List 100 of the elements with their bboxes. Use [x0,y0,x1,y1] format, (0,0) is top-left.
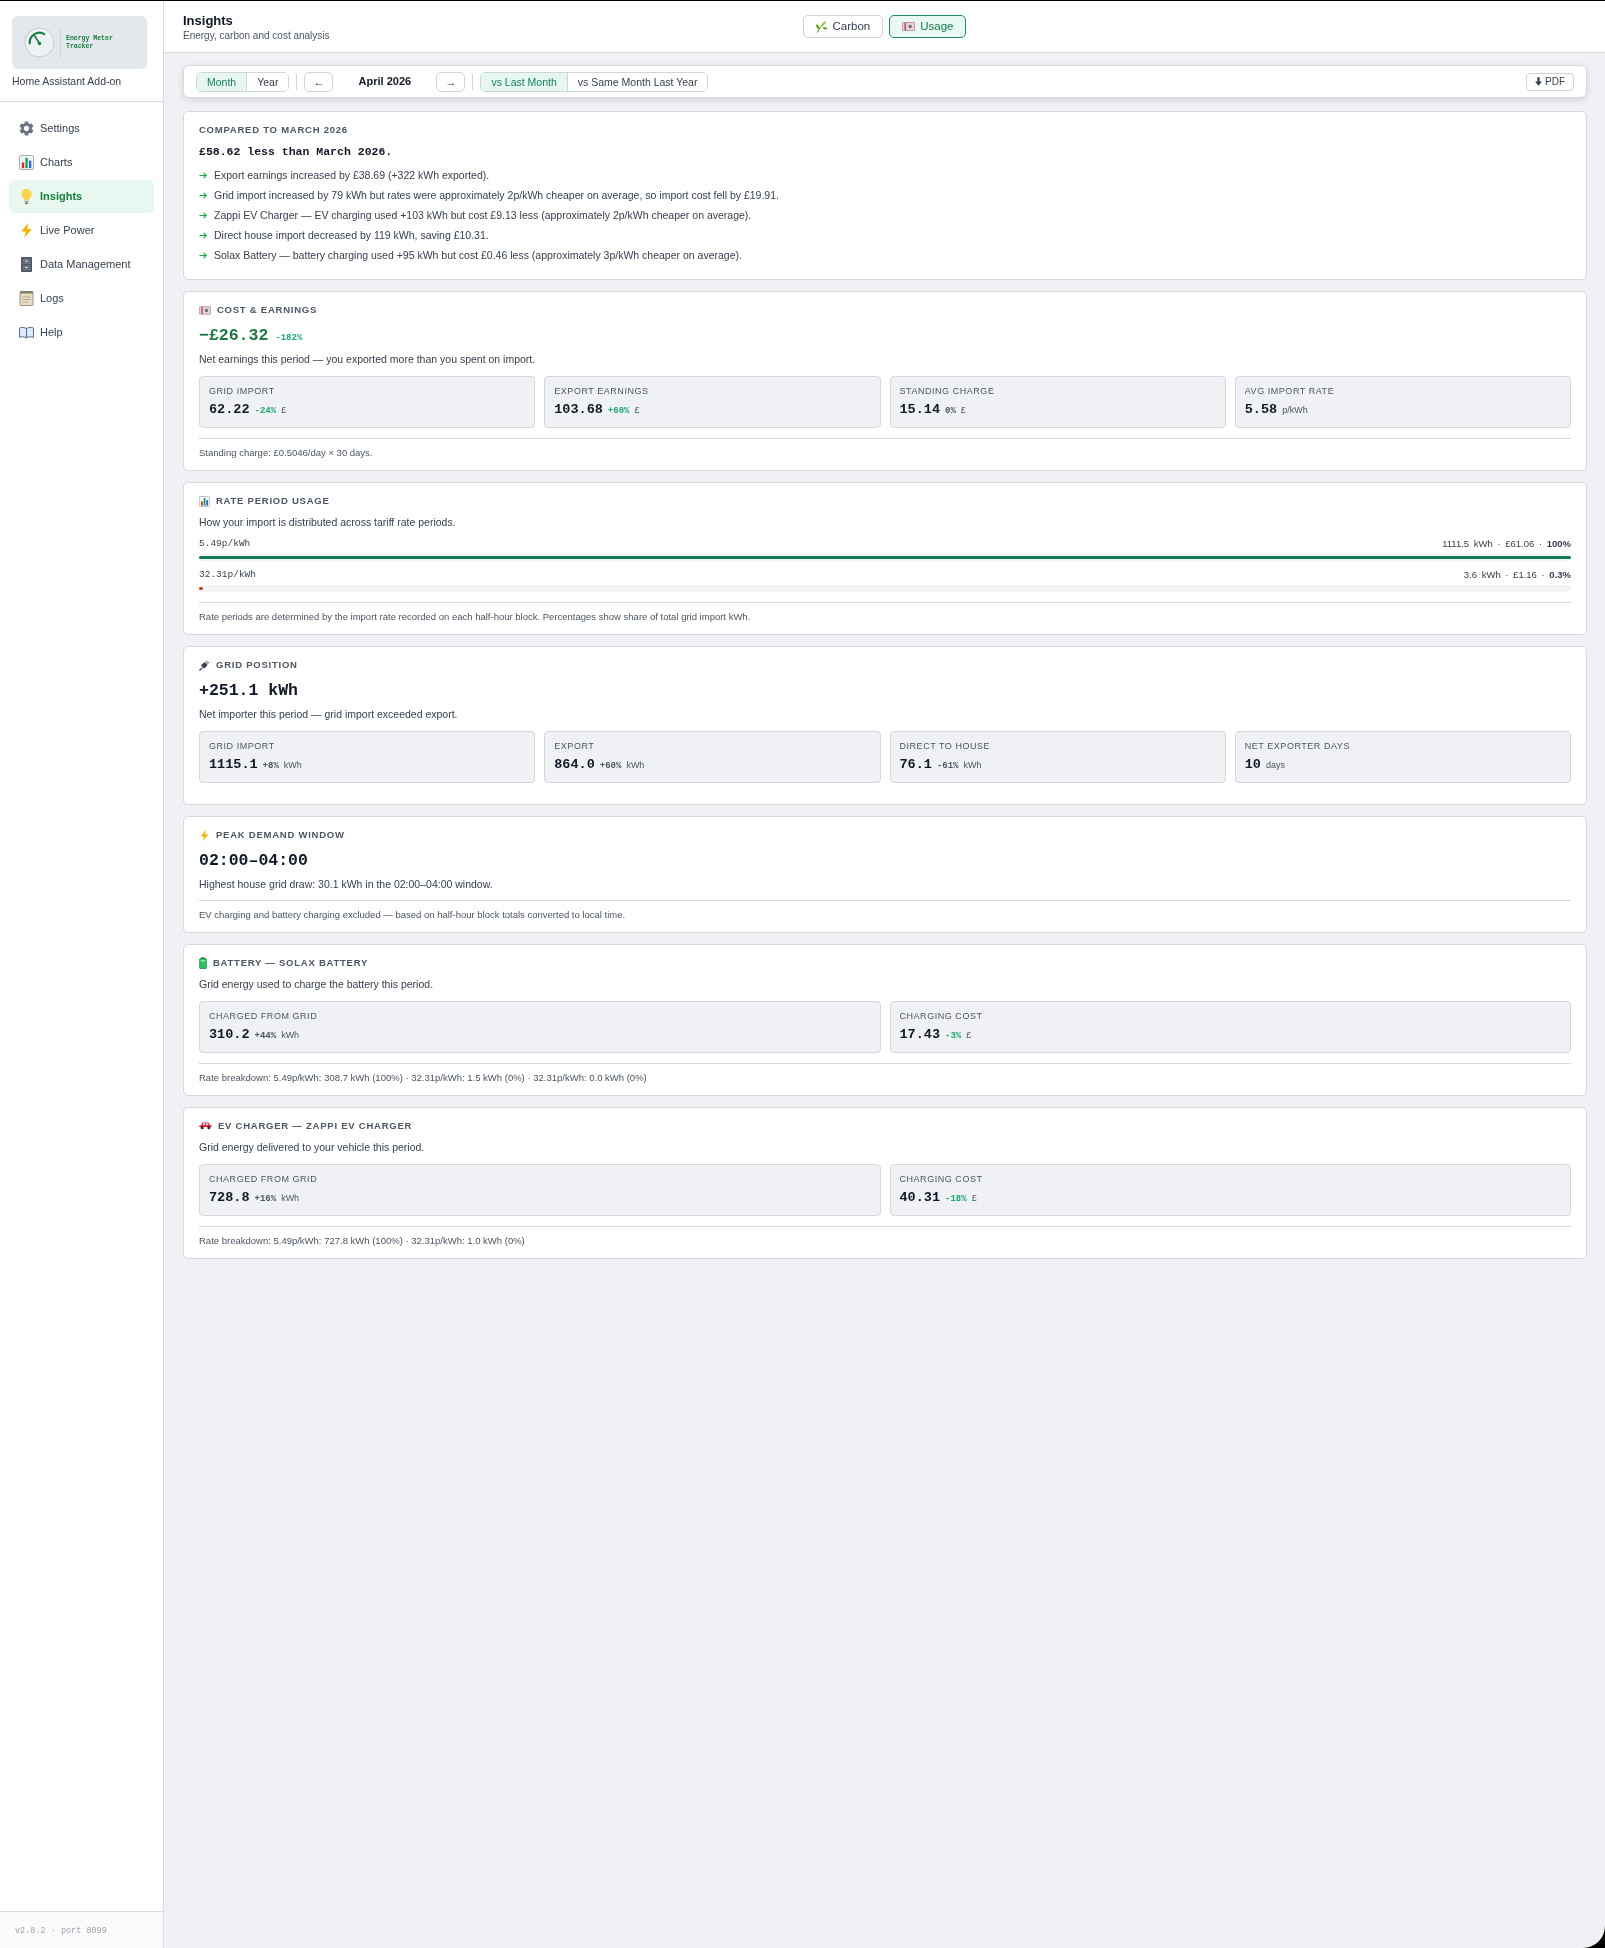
app-subtitle: Home Assistant Add-on [12,74,123,88]
section-heading: BATTERY — SOLAX BATTERY [213,956,369,970]
stat-value: 310.2 [209,1026,250,1044]
stat-value: 10 [1244,756,1261,774]
stat-unit: days [1265,760,1285,771]
stat-label: CHARGING COST [899,1173,984,1185]
footnote: Rate breakdown: 5.49p/kWh: 727.8 kWh (100%) · 32.31p/kWh: 1.0 kWh (0%) [199,1234,526,1247]
view-tab[interactable]: Carbon [802,15,884,38]
stat-value: 728.8 [209,1189,250,1207]
stat-value: 864.0 [554,756,595,774]
section-heading: COMPARED TO MARCH 2026 [199,123,348,137]
section-description: Grid energy delivered to your vehicle this period. [199,1140,426,1155]
version-label: v2.8.2 · port 8099 [15,1925,108,1937]
stat-label: CHARGED FROM GRID [209,1010,319,1022]
stat-value: 1115.1 [209,756,258,774]
stat-unit: kWh [281,1030,300,1041]
rate-label: 5.49p/kWh [199,537,251,551]
stat-value: 76.1 [899,756,932,774]
stat-label: EXPORT EARNINGS [554,385,650,397]
period-tab[interactable]: Year [246,72,289,91]
section-heading: EV CHARGER — ZAPPI EV CHARGER [218,1119,413,1133]
change-percent: -61% [936,761,959,772]
stat-value: 15.14 [899,401,940,419]
file-cabinet-icon [19,257,34,272]
stat-value: 17.43 [899,1026,940,1044]
stat-unit: kWh [281,1193,300,1204]
stat-value: 103.68 [554,401,603,419]
comparison-tab[interactable]: vs Same Month Last Year [566,72,708,91]
change-percent: +16% [254,1194,277,1205]
change-percent: -3% [945,1031,962,1042]
notepad-icon [19,291,34,306]
change-percent: -182% [275,332,303,344]
sidebar-item[interactable]: Help [9,316,154,349]
change-percent: 0% [945,406,956,417]
car-icon [199,1122,212,1130]
pdf-button[interactable]: PDF [1526,72,1574,91]
comparison-tab[interactable]: vs Last Month [481,72,567,91]
metric-value: −£26.32 [199,325,269,347]
section-description: Grid energy used to charge the battery this period. [199,977,435,992]
footnote: Rate periods are determined by the import rate recorded on each half-hour block. Percentages show share of total grid import kWh. [199,610,752,623]
stat-value: 40.31 [899,1189,940,1207]
change-percent: +60% [607,406,630,417]
stat-label: DIRECT TO HOUSE [899,740,992,752]
leaf-icon [815,20,828,33]
stat-value: 62.22 [209,401,250,419]
gear-icon [19,121,34,136]
stat-unit: kWh [283,760,302,771]
banknote-icon [199,305,211,315]
bullet-text: Solax Battery — battery charging used +95 kWh but cost £0.46 less (approximately 3p/kWh cheaper on average). [214,248,742,263]
sidebar-item[interactable]: Data Management [9,248,154,281]
section-heading: COST & EARNINGS [217,303,318,317]
sidebar-item[interactable]: Charts [9,146,154,179]
section-description: Highest house grid draw: 30.1 kWh in the 02:00–04:00 window. [199,877,494,892]
stat-label: GRID IMPORT [209,385,276,397]
stat-label: EXPORT [554,740,596,752]
arrow-icon [199,191,207,199]
change-percent: +60% [599,761,622,772]
arrow-icon [199,251,207,259]
lightning-icon [199,829,210,841]
stat-unit: £ [281,405,287,416]
rate-label: 32.31p/kWh [199,568,256,582]
sidebar-item[interactable]: Live Power [9,214,154,247]
stat-unit: £ [966,1030,972,1041]
sidebar-item[interactable]: Logs [9,282,154,315]
footnote: EV charging and battery charging excluded — based on half-hour block totals converted to local time. [199,908,627,921]
banknote-icon [902,22,916,31]
period-tab[interactable]: Month [197,72,247,91]
bullet-text: Export earnings increased by £38.69 (+322 kWh exported). [214,168,490,183]
summary-headline: £58.62 less than March 2026. [199,144,394,160]
arrow-icon [199,171,207,179]
section-description: Net earnings this period — you exported more than you spent on import. [199,352,537,367]
stat-unit: kWh [963,760,982,771]
change-percent: +8% [262,761,279,772]
section-heading: RATE PERIOD USAGE [216,494,330,508]
lightning-icon [19,223,34,238]
plug-icon [199,659,210,671]
change-percent: -18% [945,1194,967,1205]
metric-value: +251.1 kWh [199,680,299,702]
bar-chart-icon [199,495,210,507]
stat-unit: £ [971,1193,977,1204]
page-subtitle: Energy, carbon and cost analysis [183,29,331,43]
rate-summary: 3.6 kWh · £1.16 · 0.3% [1463,568,1571,582]
gauge-icon [24,27,55,58]
view-tab[interactable]: Usage [889,15,967,38]
stat-label: NET EXPORTER DAYS [1244,740,1351,752]
lightbulb-icon [19,189,34,204]
sidebar-item[interactable]: Insights [9,180,154,213]
previous-button[interactable]: ← [304,71,334,92]
book-icon [19,325,34,340]
battery-icon [199,957,207,969]
stat-label: AVG IMPORT RATE [1244,385,1336,397]
stat-label: CHARGING COST [899,1010,984,1022]
stat-label: GRID IMPORT [209,740,276,752]
next-button[interactable]: → [436,71,466,92]
bullet-text: Grid import increased by 79 kWh but rates were approximately 2p/kWh cheaper on average, so import cost fell by £19.91. [214,188,779,203]
metric-value: 02:00–04:00 [199,850,308,872]
section-description: Net importer this period — grid import exceeded export. [199,707,459,722]
footnote: Rate breakdown: 5.49p/kWh: 308.7 kWh (100%) · 32.31p/kWh: 1.5 kWh (0%) · 32.31p/kWh: 0.0 kWh (0%) [199,1071,648,1084]
sidebar-item[interactable]: Settings [9,112,154,145]
period-label: April 2026 [357,74,413,90]
